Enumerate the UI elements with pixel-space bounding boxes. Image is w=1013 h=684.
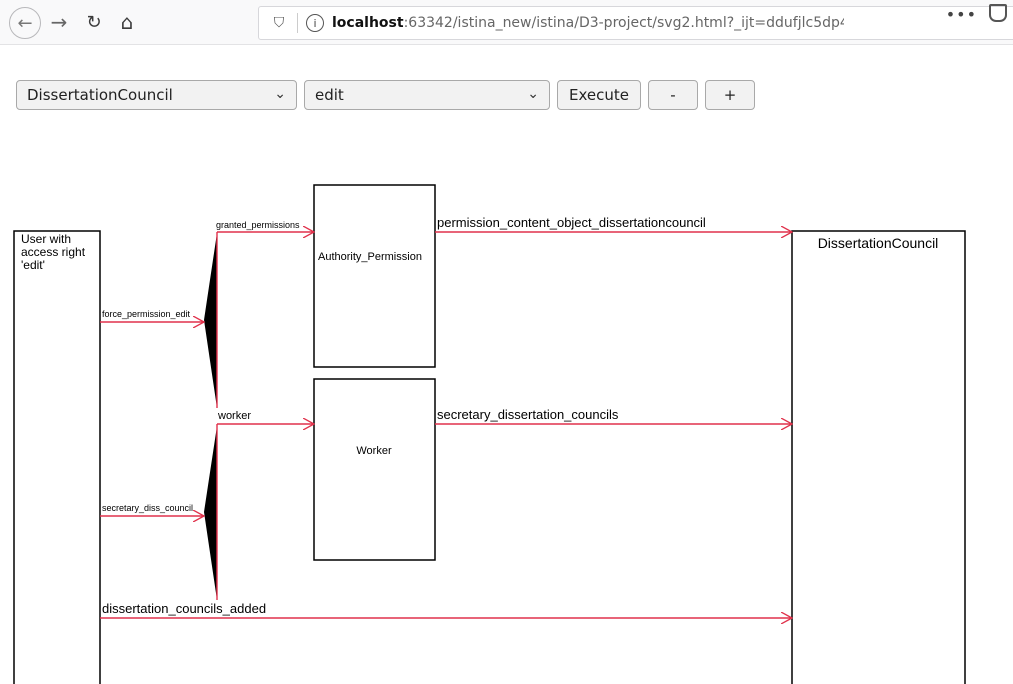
worker-label: Worker (356, 445, 392, 457)
permission-diagram: User with access right 'edit' Authority_… (13, 184, 966, 684)
authority-permission-node[interactable] (313, 184, 436, 368)
worker-edge-label: worker (217, 410, 251, 422)
granted-permissions-label: granted_permissions (216, 220, 300, 230)
user-label-line-2: access right (21, 245, 86, 259)
permission-content-label: permission_content_object_dissertationco… (437, 215, 706, 230)
secretary-councils-label: secretary_dissertation_councils (437, 407, 619, 422)
user-label-line-3: 'edit' (21, 258, 45, 272)
secretary-diss-council-label: secretary_diss_council (102, 503, 193, 513)
user-node[interactable] (13, 230, 101, 684)
force-permission-edit-label: force_permission_edit (102, 309, 191, 319)
councils-added-label: dissertation_councils_added (102, 601, 266, 616)
user-label-line-1: User with (21, 232, 71, 246)
authority-permission-label: Authority_Permission (318, 251, 422, 263)
dissertation-council-label: DissertationCouncil (818, 235, 939, 251)
worker-node[interactable] (313, 378, 436, 561)
junction-wedge-lower (204, 426, 217, 600)
junction-wedge-upper (204, 233, 217, 408)
dissertation-council-node[interactable] (791, 230, 966, 684)
